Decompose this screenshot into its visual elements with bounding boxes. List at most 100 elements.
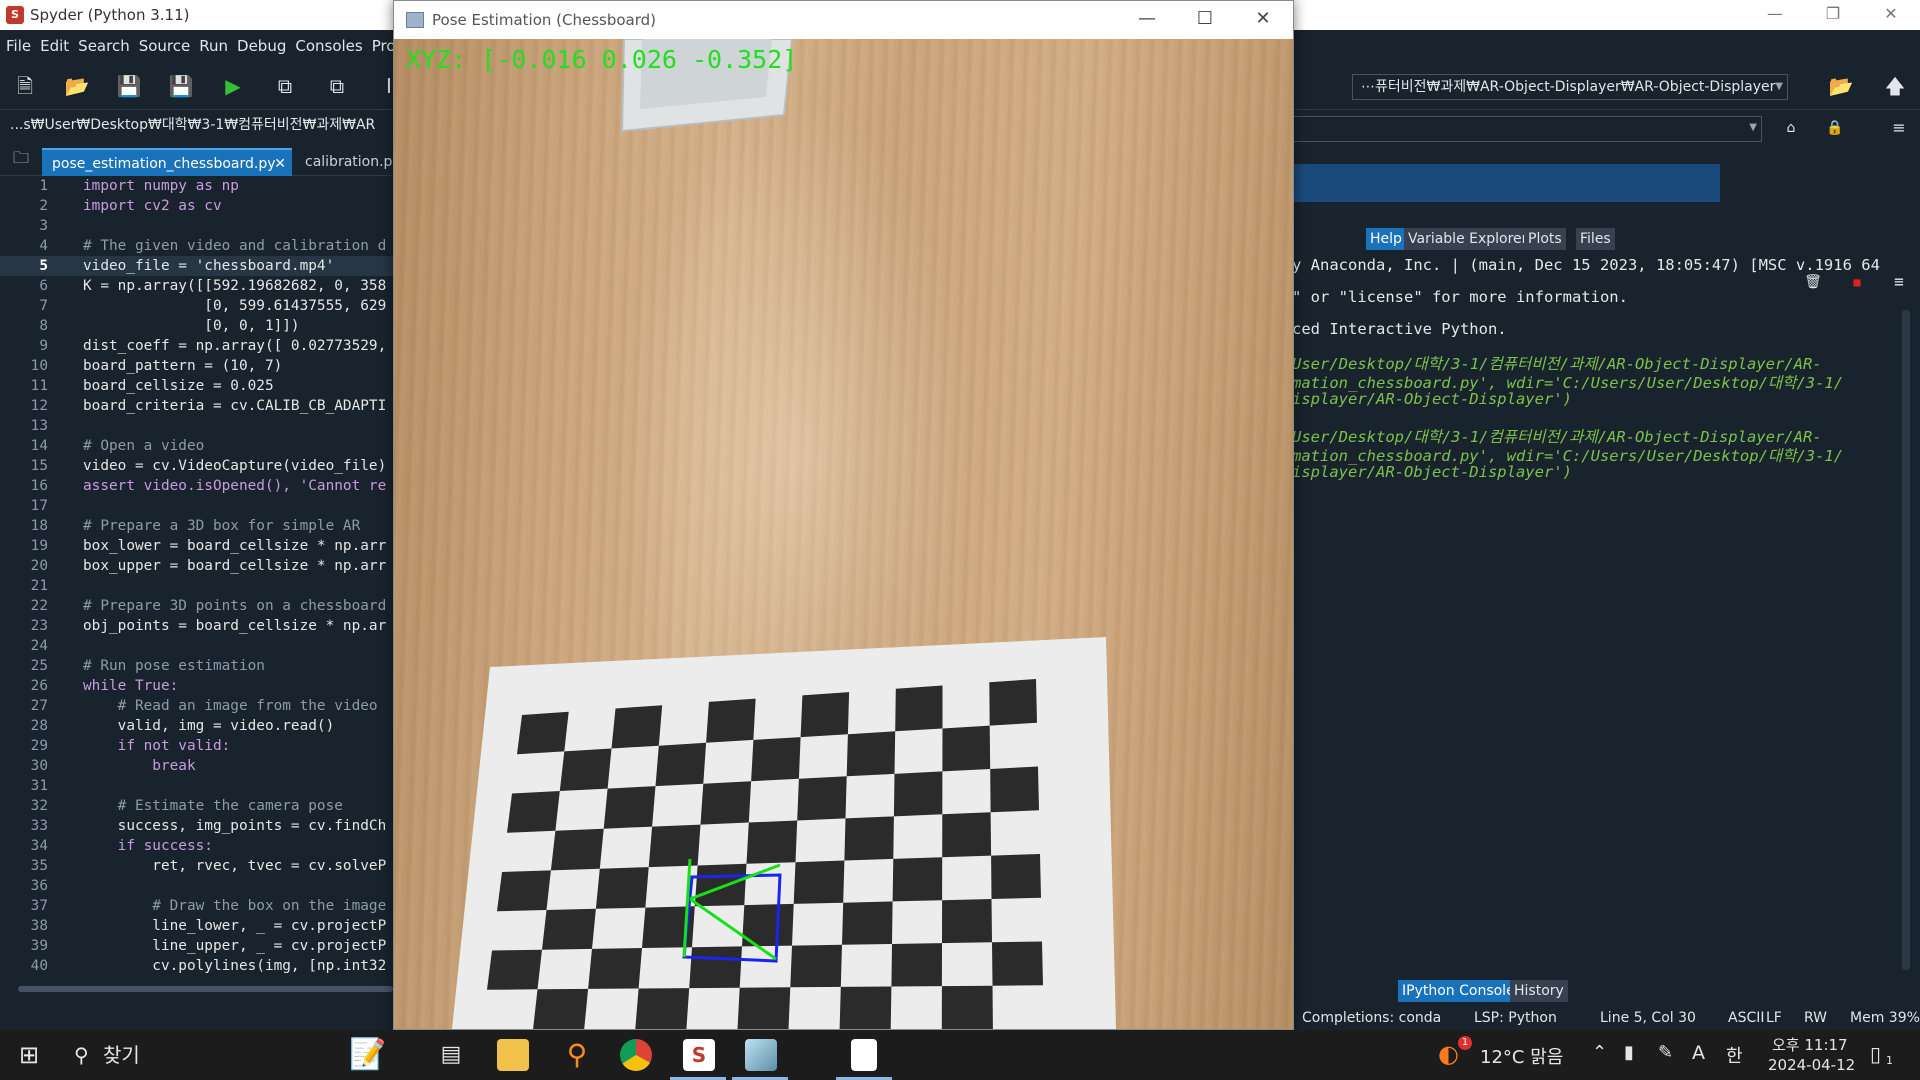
search-app-icon[interactable]: ⚲ — [552, 1030, 602, 1080]
opencv-window-icon[interactable] — [745, 1039, 777, 1071]
code-line[interactable]: 24 — [0, 636, 393, 656]
code-line[interactable]: 21 — [0, 576, 393, 596]
save-all-icon[interactable]: 💾 — [168, 74, 194, 98]
file-explorer-icon[interactable] — [497, 1039, 529, 1071]
clock-time[interactable]: 오후 11:17 — [1772, 1034, 1848, 1055]
menu-edit[interactable]: Edit — [40, 37, 69, 55]
ime-mode-a[interactable]: A — [1692, 1042, 1705, 1064]
code-line[interactable]: 17 — [0, 496, 393, 516]
pen-icon[interactable]: ✎ — [1658, 1042, 1673, 1063]
lock-icon[interactable]: 🔒 — [1822, 116, 1848, 140]
menu-search[interactable]: Search — [78, 37, 130, 55]
code-line[interactable]: 27 # Read an image from the video — [0, 696, 393, 716]
code-line[interactable]: 32 # Estimate the camera pose — [0, 796, 393, 816]
menu-run[interactable]: Run — [199, 37, 228, 55]
scrollbar-handle[interactable] — [18, 986, 393, 992]
tab-pose-estimation[interactable]: pose_estimation_chessboard.py ✕ — [42, 148, 292, 176]
ipython-console[interactable]: 🗑 ■ ≡ y Anaconda, Inc. | (main, Dec 15 2… — [1292, 256, 1920, 976]
code-editor[interactable]: 1 import numpy as np 2 import cv2 as cv 3 4 # … — [0, 176, 393, 982]
cv-maximize-button[interactable]: ☐ — [1176, 1, 1234, 39]
code-line[interactable]: 31 — [0, 776, 393, 796]
clock-date[interactable]: 2024-04-12 — [1768, 1056, 1855, 1074]
code-line[interactable]: 14 # Open a video — [0, 436, 393, 456]
battery-icon[interactable]: ▮ — [1624, 1042, 1634, 1063]
menu-consoles[interactable]: Consoles — [295, 37, 362, 55]
pose-estimation-window[interactable]: Pose Estimation (Chessboard) — ☐ ✕ XYZ: … — [393, 0, 1294, 1030]
taskbar-search[interactable]: ⚲ 찾기 — [62, 1030, 212, 1080]
ime-mode-han[interactable]: 한 — [1726, 1042, 1743, 1068]
parent-directory-icon[interactable]: 🡅 — [1882, 74, 1908, 98]
menu-file[interactable]: File — [6, 37, 31, 55]
code-line[interactable]: 40 cv.polylines(img, [np.int32 — [0, 956, 393, 976]
code-line[interactable]: 22 # Prepare 3D points on a chessboard — [0, 596, 393, 616]
code-line[interactable]: 3 — [0, 216, 393, 236]
working-directory-combo[interactable]: ⋯퓨터비전₩과제₩AR-Object-Displayer₩AR-Object-D… — [1352, 74, 1788, 100]
menu-source[interactable]: Source — [139, 37, 191, 55]
code-line[interactable]: 30 break — [0, 756, 393, 776]
code-line[interactable]: 39 line_upper, _ = cv.projectP — [0, 936, 393, 956]
pane-tab-ipython-console[interactable]: IPython Console — [1398, 980, 1519, 1002]
new-file-icon[interactable]: 🗎 — [12, 74, 38, 98]
weather-text[interactable]: 12°C 맑음 — [1480, 1043, 1563, 1069]
menu-debug[interactable]: Debug — [237, 37, 286, 55]
code-line[interactable]: 16 assert video.isOpened(), 'Cannot re — [0, 476, 393, 496]
code-line[interactable]: 8 [0, 0, 1]]) — [0, 316, 393, 336]
code-line[interactable]: 36 — [0, 876, 393, 896]
run-cell-icon[interactable]: ⧉ — [272, 74, 298, 98]
cv-minimize-button[interactable]: — — [1118, 1, 1176, 39]
close-button[interactable]: ✕ — [1862, 0, 1920, 30]
code-line[interactable]: 20 box_upper = board_cellsize * np.arr — [0, 556, 393, 576]
pane-tab-plots[interactable]: Plots — [1524, 228, 1566, 250]
pane-tab-variable-explorer[interactable]: Variable Explorer — [1404, 228, 1532, 250]
code-line[interactable]: 18 # Prepare a 3D box for simple AR — [0, 516, 393, 536]
pane-tab-help[interactable]: Help — [1366, 228, 1406, 250]
code-line[interactable]: 2 import cv2 as cv — [0, 196, 393, 216]
spyder-taskbar-icon[interactable]: S — [683, 1039, 715, 1071]
windows-start-icon[interactable]: ⊞ — [0, 1030, 58, 1080]
code-line[interactable]: 25 # Run pose estimation — [0, 656, 393, 676]
code-line[interactable]: 13 — [0, 416, 393, 436]
code-line[interactable]: 26 while True: — [0, 676, 393, 696]
options-menu-icon[interactable]: ≡ — [1886, 116, 1912, 140]
document-icon[interactable] — [851, 1039, 877, 1071]
code-line[interactable]: 6 K = np.array([[592.19682682, 0, 358 — [0, 276, 393, 296]
code-line[interactable]: 19 box_lower = board_cellsize * np.arr — [0, 536, 393, 556]
code-line[interactable]: 4 # The given video and calibration d — [0, 236, 393, 256]
browse-tabs-icon[interactable]: 🗀 — [8, 146, 34, 170]
code-line[interactable]: 12 board_criteria = cv.CALIB_CB_ADAPTI — [0, 396, 393, 416]
code-line[interactable]: 37 # Draw the box on the image — [0, 896, 393, 916]
code-line[interactable]: 29 if not valid: — [0, 736, 393, 756]
code-line[interactable]: 10 board_pattern = (10, 7) — [0, 356, 393, 376]
code-line[interactable]: 34 if success: — [0, 836, 393, 856]
home-icon[interactable]: ⌂ — [1778, 116, 1804, 140]
cv-close-button[interactable]: ✕ — [1234, 1, 1292, 39]
close-tab-icon[interactable]: ✕ — [274, 150, 286, 178]
open-file-icon[interactable]: 📂 — [64, 74, 90, 98]
code-line[interactable]: 23 obj_points = board_cellsize * np.ar — [0, 616, 393, 636]
weather-icon[interactable]: ◐ — [1438, 1040, 1459, 1068]
code-line[interactable]: 28 valid, img = video.read() — [0, 716, 393, 736]
code-line[interactable]: 33 success, img_points = cv.findCh — [0, 816, 393, 836]
pane-tab-history[interactable]: History — [1510, 980, 1568, 1002]
code-line[interactable]: 1 import numpy as np — [0, 176, 393, 196]
code-line[interactable]: 7 [0, 599.61437555, 629 — [0, 296, 393, 316]
run-cell-advance-icon[interactable]: ⧉ — [324, 74, 350, 98]
code-line[interactable]: 11 board_cellsize = 0.025 — [0, 376, 393, 396]
code-line[interactable]: 15 video = cv.VideoCapture(video_file) — [0, 456, 393, 476]
chevron-up-icon[interactable]: ⌃ — [1592, 1042, 1607, 1063]
console-scrollbar[interactable] — [1902, 310, 1910, 970]
run-icon[interactable]: ▶ — [220, 74, 246, 98]
console-options-icon[interactable]: ≡ — [1886, 270, 1912, 294]
help-source-combo[interactable]: ▼ — [1292, 116, 1762, 142]
editor-horizontal-scrollbar[interactable] — [8, 984, 393, 994]
task-view-icon[interactable]: ▤ — [426, 1030, 476, 1080]
save-icon[interactable]: 💾 — [116, 74, 142, 98]
browse-folder-icon[interactable]: 📂 — [1828, 74, 1854, 98]
taskbar-widget-icon[interactable]: 📝 — [318, 1030, 418, 1080]
chrome-icon[interactable] — [620, 1039, 652, 1071]
camera-frame[interactable]: XYZ: [-0.016 0.026 -0.352] — [394, 39, 1293, 1029]
code-line[interactable]: 38 line_lower, _ = cv.projectP — [0, 916, 393, 936]
restore-button[interactable]: ❐ — [1804, 0, 1862, 30]
code-line[interactable]: 9 dist_coeff = np.array([ 0.02773529, — [0, 336, 393, 356]
pane-tab-files[interactable]: Files — [1576, 228, 1615, 250]
